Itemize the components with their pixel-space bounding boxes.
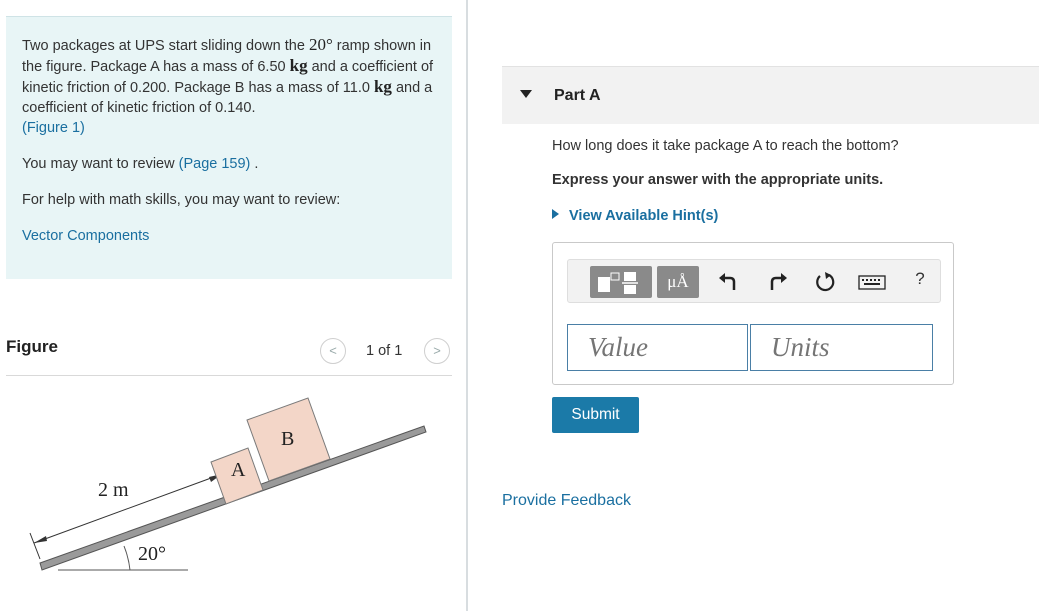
value-input[interactable] (567, 324, 748, 371)
vector-components-line: Vector Components (22, 226, 436, 246)
previous-figure-button[interactable]: < (320, 338, 346, 364)
right-pane: Part A How long does it take package A t… (468, 0, 1039, 611)
hints-label: View Available Hint(s) (569, 208, 719, 224)
answer-box: μÅ ? (552, 242, 954, 385)
ramp-angle-value: 20° (308, 35, 333, 54)
keyboard-icon[interactable] (858, 270, 886, 294)
math-help-text: For help with math skills, you may want … (22, 192, 341, 208)
problem-text: Two packages at UPS start sliding down t… (22, 35, 442, 138)
submit-button[interactable]: Submit (552, 397, 639, 433)
answer-toolbar: μÅ ? (567, 259, 941, 303)
angle-label: 20° (138, 543, 166, 565)
redo-icon[interactable] (766, 270, 790, 294)
undo-icon[interactable] (716, 270, 740, 294)
collapse-caret-icon[interactable] (520, 90, 532, 98)
templates-button[interactable] (590, 266, 652, 298)
left-pane: Two packages at UPS start sliding down t… (0, 0, 467, 611)
figure-header: Figure < 1 of 1 > (6, 334, 452, 376)
package-a-label: A (231, 459, 246, 481)
page-link[interactable]: (Page 159) (179, 156, 251, 172)
reset-icon[interactable] (813, 270, 837, 294)
vector-components-link[interactable]: Vector Components (22, 228, 149, 244)
package-b-label: B (281, 428, 294, 450)
dimension-arrowhead-left (34, 536, 47, 543)
units-button[interactable]: μÅ (657, 266, 699, 298)
review-prefix: You may want to review (22, 156, 179, 172)
review-line: You may want to review (Page 159) . (22, 154, 436, 174)
problem-text-segment: Two packages at UPS start sliding down t… (22, 38, 309, 54)
length-label: 2 m (98, 479, 129, 501)
mass-unit-a: kg (289, 56, 308, 75)
part-title: Part A (554, 87, 601, 104)
figure-link[interactable]: (Figure 1) (22, 120, 85, 136)
help-icon[interactable]: ? (908, 269, 932, 293)
units-input[interactable] (750, 324, 933, 371)
ramp-figure: A B 2 m 20° (29, 397, 427, 571)
angle-arc (123, 545, 131, 571)
mass-unit-b: kg (373, 77, 392, 96)
problem-statement-box: Two packages at UPS start sliding down t… (6, 17, 452, 279)
expand-caret-icon (552, 209, 559, 219)
question-text: How long does it take package A to reach… (552, 138, 899, 154)
next-figure-button[interactable]: > (424, 338, 450, 364)
instruction-text: Express your answer with the appropriate… (552, 172, 884, 188)
view-hints-link[interactable]: View Available Hint(s) (552, 208, 718, 224)
provide-feedback-link[interactable]: Provide Feedback (502, 492, 631, 510)
review-suffix: . (250, 156, 259, 172)
dimension-tick-left (29, 532, 41, 560)
figure-title: Figure (6, 337, 58, 356)
part-a-header[interactable]: Part A (502, 66, 1039, 124)
figure-page-counter: 1 of 1 (366, 343, 403, 359)
templates-icon (598, 272, 638, 294)
